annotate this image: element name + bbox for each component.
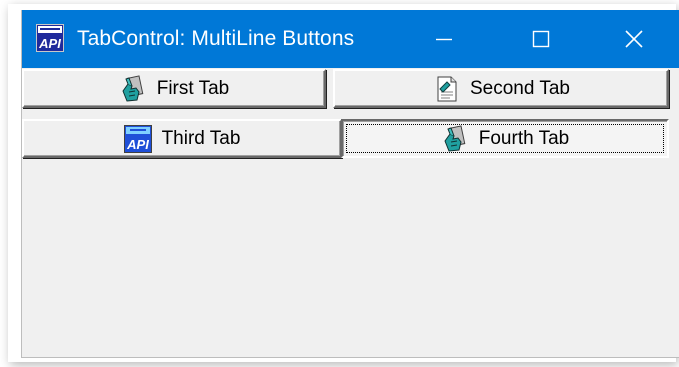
window-title: TabControl: MultiLine Buttons [77, 27, 355, 50]
tab-third-label: Third Tab [161, 127, 241, 149]
app-window: API TabControl: MultiLine Buttons [21, 10, 679, 358]
tab-third[interactable]: API Third Tab [22, 119, 342, 158]
tab-fourth-label: Fourth Tab [478, 127, 570, 149]
document-icon [437, 76, 457, 101]
minimize-button[interactable] [398, 10, 490, 68]
close-button[interactable] [588, 10, 679, 68]
svg-text:API: API [126, 137, 149, 152]
close-icon [625, 30, 643, 48]
api-app-icon: API [36, 24, 64, 52]
hand-card-icon [122, 74, 144, 102]
hand-card-icon [444, 124, 466, 152]
tab-first-label: First Tab [156, 77, 230, 99]
tab-first[interactable]: First Tab [22, 69, 326, 108]
maximize-button[interactable] [495, 10, 587, 68]
api-icon: API [123, 124, 152, 153]
minimize-icon [436, 38, 452, 41]
tab-second[interactable]: Second Tab [333, 69, 669, 108]
tab-fourth[interactable]: Fourth Tab [341, 119, 669, 158]
tab-second-label: Second Tab [469, 77, 570, 99]
title-bar[interactable]: API TabControl: MultiLine Buttons [22, 10, 679, 68]
svg-text:API: API [38, 36, 61, 51]
maximize-icon [532, 30, 550, 48]
